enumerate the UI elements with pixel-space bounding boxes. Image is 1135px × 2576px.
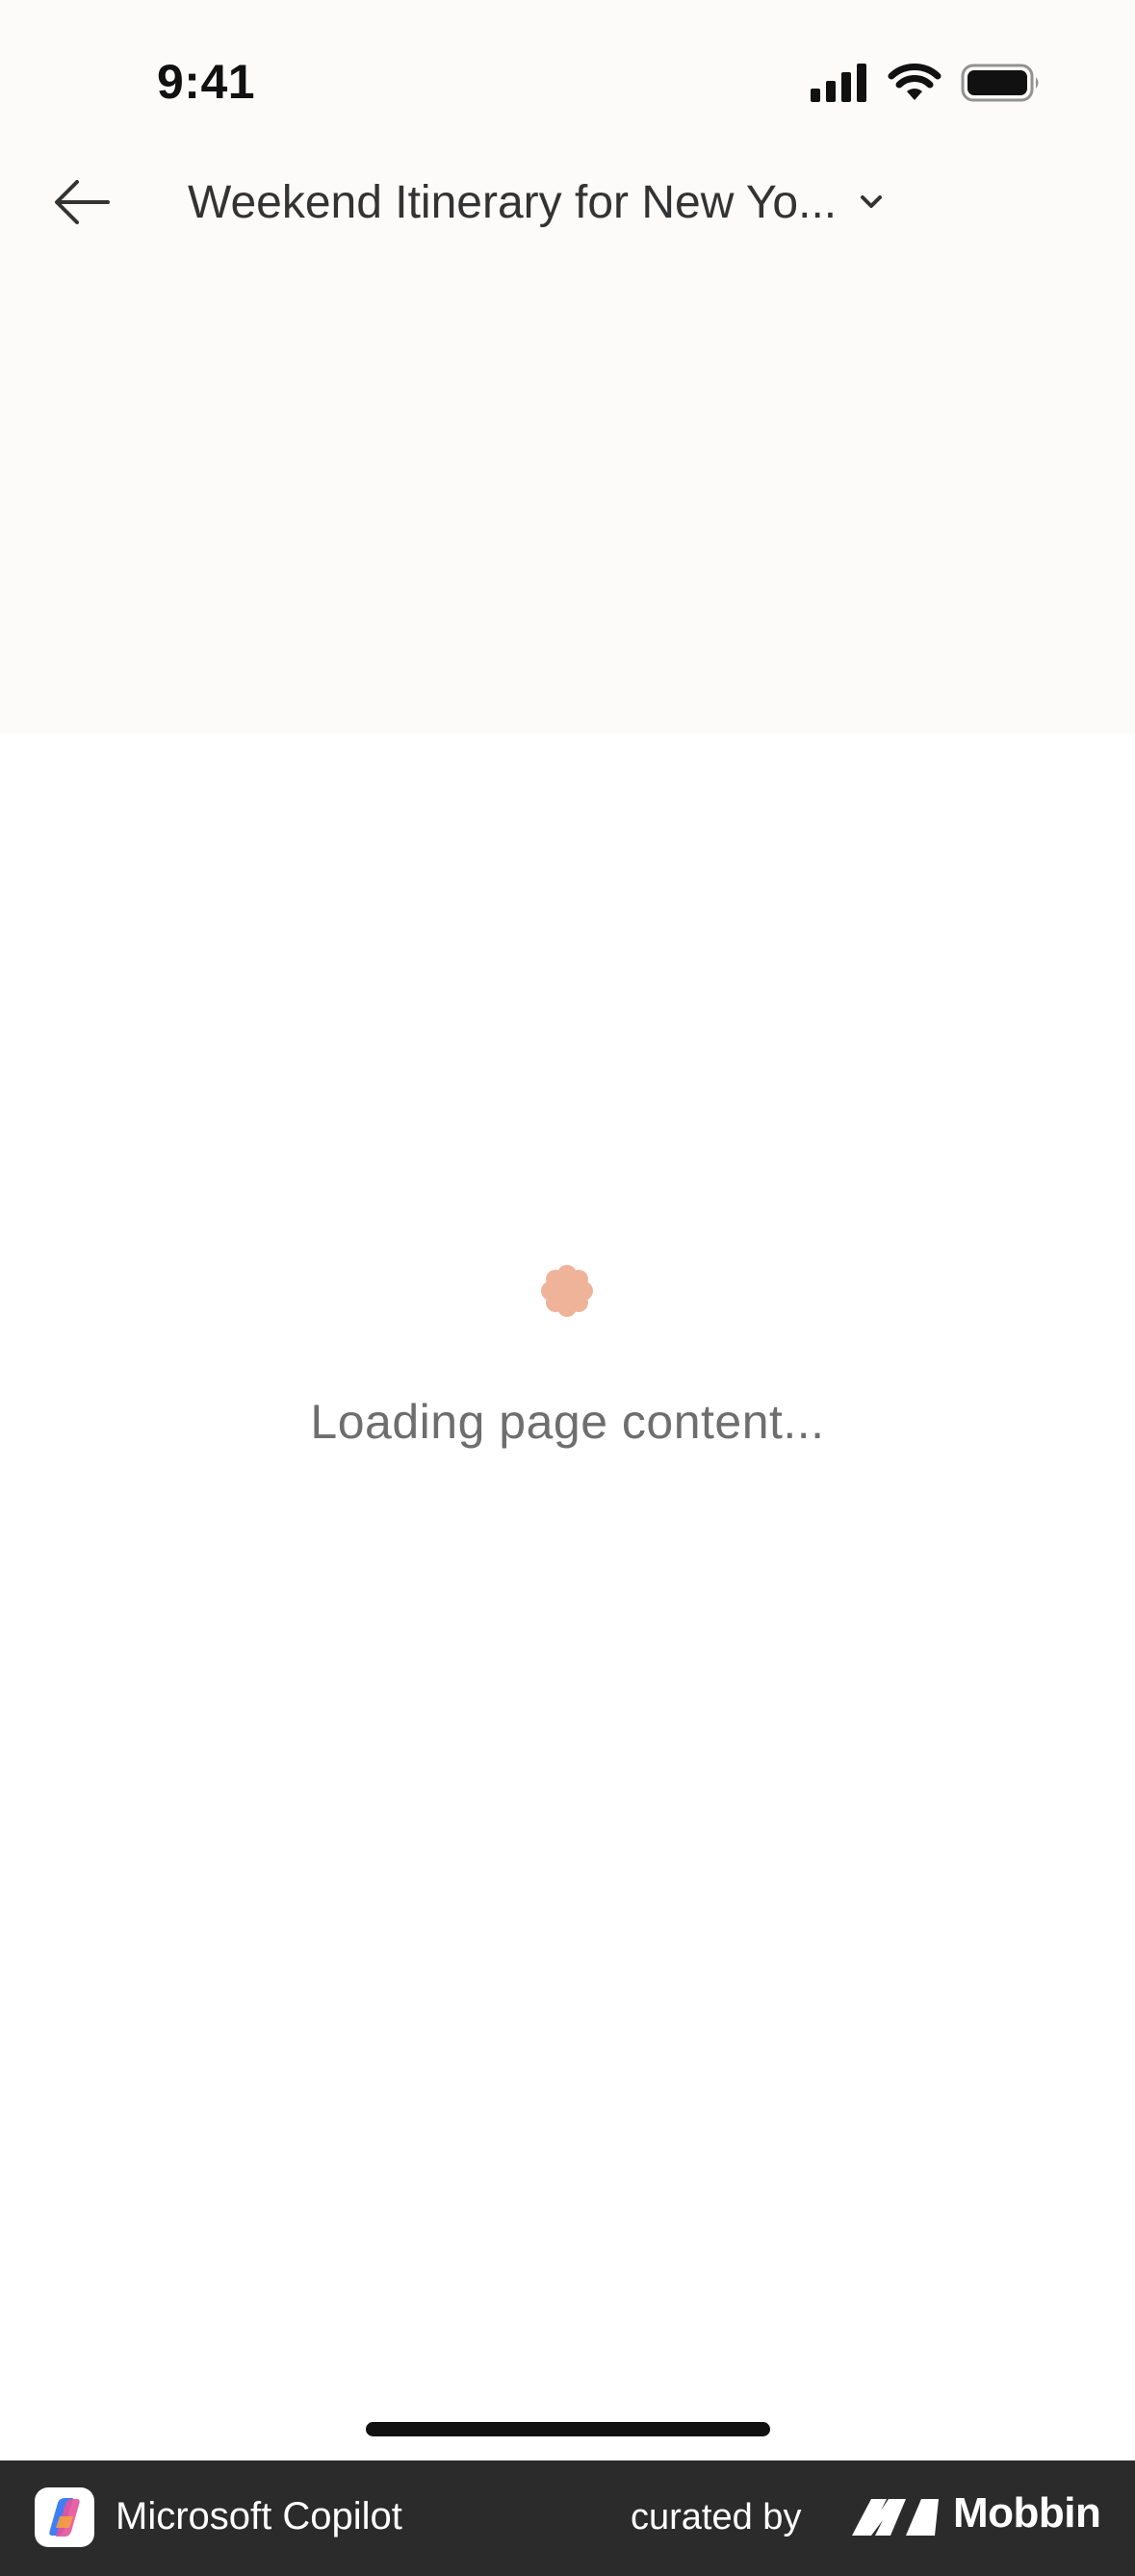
footer-bar: Microsoft Copilot curated by Mobbin (0, 2460, 1135, 2576)
app-name: Microsoft Copilot (116, 2495, 402, 2537)
chevron-down-icon (858, 193, 885, 211)
nav-bar: Weekend Itinerary for New Yo... (0, 154, 1135, 250)
loading-text: Loading page content... (310, 1395, 825, 1449)
page-title: Weekend Itinerary for New Yo... (188, 176, 838, 228)
wifi-icon (888, 64, 942, 100)
copilot-logo-icon (35, 2487, 94, 2547)
battery-icon (961, 64, 1039, 102)
flower-spinner-icon (541, 1265, 593, 1317)
arrow-left-icon (55, 180, 110, 224)
home-indicator[interactable] (366, 2422, 770, 2436)
curated-by-label: curated by (631, 2497, 802, 2537)
back-button[interactable] (39, 164, 125, 241)
title-dropdown[interactable]: Weekend Itinerary for New Yo... (188, 173, 885, 231)
brand-name: Mobbin (953, 2489, 1101, 2537)
status-bar: 9:41 (0, 0, 1135, 144)
header-area: 9:41 Weekend Itinerary for New Yo... (0, 0, 1135, 734)
signal-icon (811, 64, 866, 102)
mobbin-logo-icon (852, 2499, 939, 2536)
status-time: 9:41 (157, 55, 256, 109)
